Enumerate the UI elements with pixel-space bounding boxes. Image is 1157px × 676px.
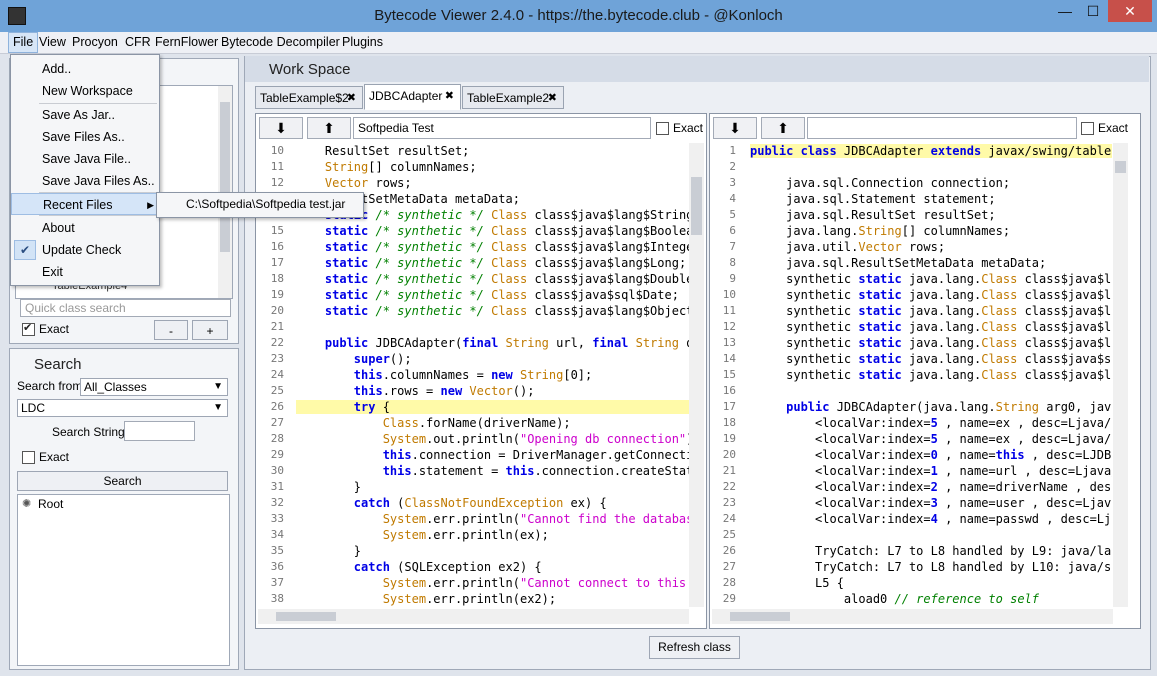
search-exact-label: Exact	[39, 450, 70, 464]
code-hscrollbar[interactable]	[258, 609, 689, 624]
menu-bar: File View Procyon CFR FernFlower Bytecod…	[0, 32, 1157, 54]
search-from-value: All_Classes	[84, 380, 147, 394]
scrollbar-thumb[interactable]	[1115, 161, 1126, 173]
recent-files-label: Recent Files	[43, 198, 113, 212]
menu-view[interactable]: View	[35, 32, 70, 53]
menu-item-about[interactable]: About	[11, 217, 159, 239]
download-icon[interactable]: ⬇	[259, 117, 303, 139]
menu-bytecode-decompiler[interactable]: Bytecode Decompiler	[217, 32, 344, 53]
upload-icon[interactable]: ⬆	[761, 117, 805, 139]
tab-tableexample2-inner[interactable]: TableExample$2 ✖	[255, 86, 363, 109]
refresh-class-button[interactable]: Refresh class	[649, 636, 740, 659]
search-button[interactable]: Search	[17, 471, 228, 491]
line-gutter: 1 2 3 4 5 6 7 8 9 10 11 12 13 14 15 16 1…	[722, 144, 736, 605]
pane-exact-label: Exact	[1098, 121, 1129, 135]
recent-file-item[interactable]: C:\Softpedia\Softpedia test.jar	[186, 197, 345, 211]
search-string-label: Search String:	[52, 425, 129, 439]
checkbox-icon[interactable]	[22, 321, 35, 337]
workspace-title: Work Space	[269, 61, 351, 78]
menu-item-new-workspace[interactable]: New Workspace	[11, 80, 159, 102]
update-check-label: Update Check	[42, 243, 122, 257]
search-results-tree[interactable]: ✺ Root	[17, 494, 230, 666]
pane-search-input[interactable]	[807, 117, 1077, 139]
search-string-input[interactable]	[124, 421, 195, 441]
close-icon[interactable]: ✖	[347, 87, 356, 110]
file-menu: Add.. New Workspace Save As Jar.. Save F…	[10, 54, 160, 286]
checkbox-icon[interactable]	[656, 122, 669, 136]
exact-label: Exact	[39, 322, 70, 336]
scrollbar-thumb[interactable]	[220, 102, 230, 252]
menu-item-update-check[interactable]: ✔ Update Check	[11, 239, 159, 261]
workspace-header: Work Space	[245, 56, 1149, 82]
maximize-button[interactable]: ☐	[1080, 0, 1106, 22]
quick-class-search-input[interactable]: Quick class search	[20, 299, 231, 317]
search-from-select[interactable]: All_Classes ▼	[80, 378, 228, 396]
chevron-right-icon: ▶	[147, 200, 154, 210]
download-icon[interactable]: ⬇	[713, 117, 757, 139]
menu-item-add[interactable]: Add..	[11, 58, 159, 80]
procyon-code-pane: ⬇ ⬆ Softpedia Test Exact 10 11 12 13 14 …	[255, 113, 707, 629]
search-from-label: Search from	[17, 379, 83, 393]
menu-item-recent-files[interactable]: Recent Files ▶	[11, 193, 159, 215]
chevron-down-icon: ▼	[213, 381, 223, 392]
app-window: Bytecode Viewer 2.4.0 - https://the.byte…	[0, 0, 1157, 676]
results-root[interactable]: Root	[38, 497, 63, 511]
upload-icon[interactable]: ⬆	[307, 117, 351, 139]
menu-item-save-java-file[interactable]: Save Java File..	[11, 148, 159, 170]
menu-item-save-files-as[interactable]: Save Files As..	[11, 126, 159, 148]
close-button[interactable]: ✕	[1108, 0, 1152, 22]
scrollbar-thumb[interactable]	[276, 612, 336, 621]
menu-file[interactable]: File	[8, 32, 39, 53]
search-mode-select[interactable]: LDC ▼	[17, 399, 228, 417]
chevron-down-icon: ▼	[213, 402, 223, 413]
menu-procyon[interactable]: Procyon	[68, 32, 122, 53]
collapse-button[interactable]: -	[154, 320, 188, 340]
close-icon[interactable]: ✖	[548, 87, 557, 110]
bytecode-code-pane: ⬇ ⬆ Exact 1 2 3 4 5 6 7 8 9 10 11 12 13 …	[709, 113, 1141, 629]
pane-exact-checkbox[interactable]: Exact	[1081, 121, 1129, 136]
check-icon: ✔	[14, 240, 36, 260]
code-vscrollbar[interactable]	[689, 143, 704, 607]
search-panel-title: Search	[34, 356, 82, 373]
menu-fernflower[interactable]: FernFlower	[151, 32, 222, 53]
minimize-button[interactable]: —	[1052, 0, 1078, 22]
gear-icon: ✺	[22, 498, 32, 510]
search-exact-checkbox[interactable]: Exact	[22, 450, 70, 465]
pane-exact-label: Exact	[673, 121, 704, 135]
menu-item-save-java-files-as[interactable]: Save Java Files As..	[11, 170, 159, 192]
tab-label: JDBCAdapter	[369, 89, 443, 103]
title-bar: Bytecode Viewer 2.4.0 - https://the.byte…	[0, 0, 1157, 32]
tab-label: TableExample2	[467, 91, 550, 105]
window-title: Bytecode Viewer 2.4.0 - https://the.byte…	[374, 7, 783, 24]
close-icon[interactable]: ✖	[445, 85, 454, 108]
recent-files-submenu: C:\Softpedia\Softpedia test.jar	[156, 192, 364, 218]
checkbox-icon[interactable]	[22, 451, 35, 465]
code-hscrollbar[interactable]	[712, 609, 1113, 624]
menu-plugins[interactable]: Plugins	[338, 32, 387, 53]
tab-label: TableExample$2	[260, 91, 349, 105]
search-mode-value: LDC	[21, 401, 46, 415]
expand-button[interactable]: +	[192, 320, 228, 340]
pane-exact-checkbox[interactable]: Exact	[656, 121, 704, 136]
pane-search-input[interactable]: Softpedia Test	[353, 117, 651, 139]
scrollbar-thumb[interactable]	[691, 177, 702, 235]
code-vscrollbar[interactable]	[1113, 143, 1128, 607]
exact-checkbox[interactable]: Exact	[22, 321, 70, 337]
checkbox-icon[interactable]	[1081, 122, 1094, 136]
code-editor[interactable]: public class JDBCAdapter extends javax/s…	[750, 143, 1112, 607]
tab-jdbcadapter[interactable]: JDBCAdapter ✖	[364, 84, 461, 110]
search-panel: Search Search from All_Classes ▼ LDC ▼ Sea…	[9, 348, 239, 670]
menu-item-exit[interactable]: Exit	[11, 261, 159, 283]
menu-item-save-as-jar[interactable]: Save As Jar..	[11, 104, 159, 126]
menu-cfr[interactable]: CFR	[121, 32, 155, 53]
tab-tableexample2[interactable]: TableExample2 ✖	[462, 86, 564, 109]
menu-separator	[39, 215, 157, 216]
scrollbar-thumb[interactable]	[730, 612, 790, 621]
